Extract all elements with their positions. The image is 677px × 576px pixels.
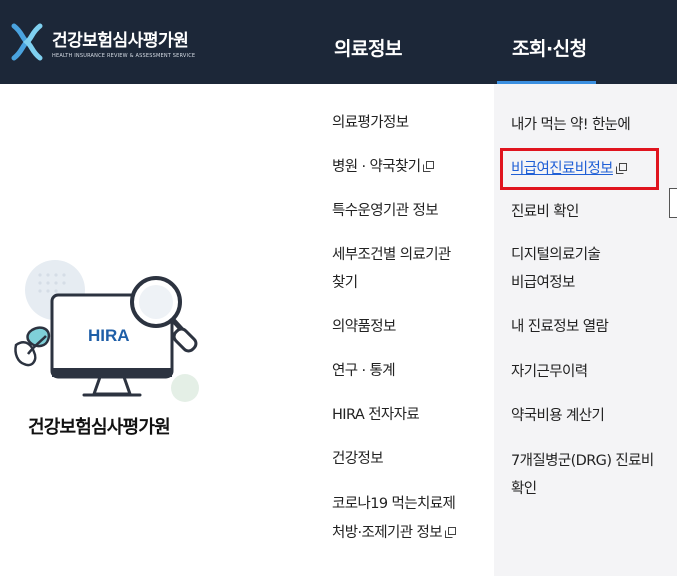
logo-subtitle: HEALTH INSURANCE REVIEW & ASSESSMENT SER…: [52, 52, 196, 59]
menu-item-detailed-search-line2[interactable]: 찾기: [332, 268, 358, 298]
menu-item-detailed-search-line1[interactable]: 세부조건별 의료기관: [332, 240, 451, 270]
brand-name: 건강보험심사평가원: [28, 417, 171, 438]
menu-item-label: 처방·조제기관 정보: [332, 525, 443, 541]
hira-logo-icon: [11, 23, 43, 61]
external-link-icon: [423, 161, 435, 172]
menu-item-my-medicine[interactable]: 내가 먹는 약! 한눈에: [511, 110, 631, 140]
menu-item-medical-evaluation[interactable]: 의료평가정보: [332, 108, 409, 138]
menu-item-covid-treatment-line1[interactable]: 코로나19 먹는치료제: [332, 489, 456, 519]
menu-item-health-info[interactable]: 건강정보: [332, 444, 384, 474]
menu-item-work-history[interactable]: 자기근무이력: [511, 357, 588, 387]
menu-item-digital-medtech-line1[interactable]: 디지털의료기술: [511, 240, 601, 270]
nav-medical-info[interactable]: 의료정보: [334, 34, 402, 61]
monitor-label: HIRA: [88, 326, 130, 345]
menu-item-covid-treatment-line2[interactable]: 처방·조제기관 정보: [332, 518, 456, 548]
external-link-icon: [444, 527, 456, 538]
menu-item-digital-medtech-line2[interactable]: 비급여정보: [511, 268, 575, 298]
menu-item-drg-fee-line2[interactable]: 확인: [511, 474, 537, 504]
site-logo[interactable]: 건강보험심사평가원 HEALTH INSURANCE REVIEW & ASSE…: [10, 22, 195, 62]
menu-item-special-institution[interactable]: 특수운영기관 정보: [332, 196, 439, 226]
top-header: 건강보험심사평가원 HEALTH INSURANCE REVIEW & ASSE…: [0, 0, 677, 84]
hira-monitor-illustration: HIRA: [14, 260, 199, 402]
menu-item-research-statistics[interactable]: 연구 · 통계: [332, 356, 396, 386]
menu-item-drug-info[interactable]: 의약품정보: [332, 312, 396, 342]
menu-item-drg-fee-line1[interactable]: 7개질병군(DRG) 진료비: [511, 446, 654, 476]
menu-item-label: 병원 · 약국찾기: [332, 159, 421, 175]
menu-item-fee-check[interactable]: 진료비 확인: [511, 197, 579, 227]
menu-item-pharmacy-cost-calculator[interactable]: 약국비용 계산기: [511, 401, 605, 431]
menu-item-hira-edata[interactable]: HIRA 전자자료: [332, 400, 420, 430]
menu-item-my-medical-records[interactable]: 내 진료정보 열람: [511, 312, 609, 342]
logo-title: 건강보험심사평가원: [52, 30, 189, 51]
nav-inquiry-application[interactable]: 조회·신청: [512, 34, 587, 61]
menu-item-hospital-pharmacy-search[interactable]: 병원 · 약국찾기: [332, 152, 435, 182]
side-scroll-button[interactable]: [669, 188, 677, 218]
highlight-annotation-box: [500, 148, 659, 190]
